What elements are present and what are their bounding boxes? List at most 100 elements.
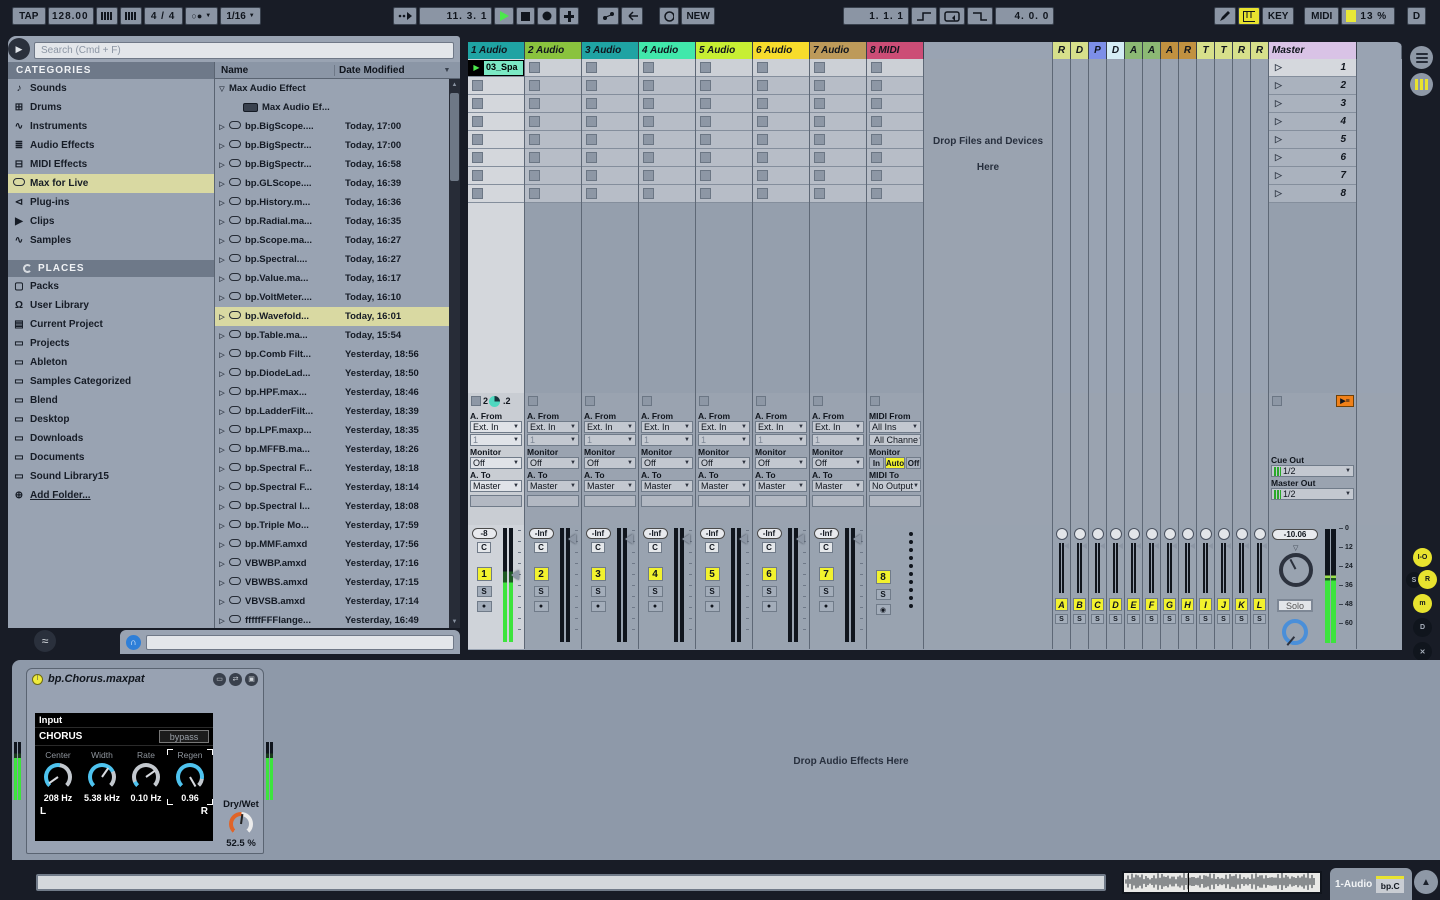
sidebar-item-documents[interactable]: ▭Documents	[8, 448, 214, 467]
clip-slot[interactable]	[753, 59, 809, 77]
automation-arm-button[interactable]	[659, 7, 679, 25]
clip-slot[interactable]	[753, 149, 809, 167]
return-fader-handle[interactable]	[1190, 543, 1195, 549]
expand-arrow-icon[interactable]: ▷	[215, 370, 229, 378]
track-activator-button[interactable]: 8	[876, 570, 891, 584]
file-row[interactable]: ▷bp.Comb Filt...Yesterday, 18:56	[215, 345, 449, 364]
return-solo-button[interactable]: S	[1145, 614, 1158, 624]
return-pan-knob[interactable]	[1236, 528, 1248, 540]
solo-button[interactable]: S	[876, 589, 891, 600]
sidebar-item-plug-ins[interactable]: ⊲Plug-ins	[8, 193, 214, 212]
clip-stop-square[interactable]	[757, 80, 768, 91]
expand-arrow-icon[interactable]: ▷	[215, 218, 229, 226]
clip-stop-square[interactable]	[700, 80, 711, 91]
capture-new-button[interactable]: NEW	[681, 7, 714, 25]
clip-stop-square[interactable]	[814, 170, 825, 181]
monitor-chooser[interactable]: Off▼	[812, 457, 864, 469]
monitor-chooser[interactable]: Off▼	[470, 457, 522, 469]
clip-stop-square[interactable]	[700, 116, 711, 127]
input-channel-chooser[interactable]: 1▼	[755, 434, 807, 446]
clip-slot[interactable]	[696, 59, 752, 77]
volume-display[interactable]: -Inf	[529, 528, 554, 539]
track-activator-button[interactable]: 6	[762, 567, 777, 581]
track-delay-field[interactable]	[527, 495, 579, 507]
clip-slot[interactable]	[525, 167, 581, 185]
clip-stop-square[interactable]	[643, 98, 654, 109]
clip-stop-square[interactable]	[529, 116, 540, 127]
monitor-off-button[interactable]: Off	[906, 457, 921, 469]
input-type-chooser[interactable]: Ext. In▼	[812, 421, 864, 433]
file-row[interactable]: ▷bp.BigSpectr...Today, 17:00	[215, 136, 449, 155]
file-row[interactable]: ▷bp.Triple Mo...Yesterday, 17:59	[215, 516, 449, 535]
master-solo-button[interactable]: Solo	[1277, 599, 1313, 612]
clip-slot[interactable]	[867, 77, 923, 95]
clip-stop-square[interactable]	[529, 62, 540, 73]
clip-slot[interactable]	[810, 167, 866, 185]
mixer-section-toggle[interactable]: m	[1413, 594, 1432, 613]
clip-stop-square[interactable]	[643, 134, 654, 145]
clip-stop-square[interactable]	[814, 152, 825, 163]
scene-5[interactable]: ▷5	[1269, 131, 1356, 149]
file-row[interactable]: ▷bp.MMF.amxdYesterday, 17:56	[215, 535, 449, 554]
return-track-header-11[interactable]: R	[1233, 42, 1251, 59]
file-row[interactable]: ▷fffffFFFlange...Yesterday, 16:49	[215, 611, 449, 628]
hot-swap-button[interactable]: ≈	[34, 630, 56, 652]
clip-slot[interactable]	[582, 167, 638, 185]
draw-mode-button[interactable]	[1214, 7, 1236, 25]
expand-arrow-icon[interactable]: ▷	[215, 484, 229, 492]
clip-slot[interactable]	[582, 131, 638, 149]
pan-knob[interactable]: C	[591, 542, 605, 553]
clip-slot[interactable]	[639, 149, 695, 167]
expand-arrow-icon[interactable]: ▷	[215, 427, 229, 435]
pan-knob[interactable]: C	[534, 542, 548, 553]
return-track-header-4[interactable]: D	[1107, 42, 1125, 59]
drop-files-zone[interactable]: Drop Files and DevicesHere	[924, 59, 1053, 393]
volume-fader-handle[interactable]	[796, 534, 804, 544]
clip-slot[interactable]	[468, 77, 524, 95]
clip-stop-square[interactable]	[757, 116, 768, 127]
clip-stop-square[interactable]	[814, 62, 825, 73]
file-row[interactable]: ▷bp.LPF.maxp...Yesterday, 18:35	[215, 421, 449, 440]
master-track-header[interactable]: Master	[1269, 42, 1357, 59]
expand-arrow-icon[interactable]: ▷	[215, 275, 229, 283]
max-device[interactable]: ⏽ bp.Chorus.maxpat ▭ ⇄ ▣ Input CHORUS by…	[26, 668, 264, 854]
return-track-header-2[interactable]: D	[1071, 42, 1089, 59]
input-channel-chooser[interactable]: 1▼	[812, 434, 864, 446]
clip-stop-square[interactable]	[586, 152, 597, 163]
clip-slot[interactable]	[582, 95, 638, 113]
file-list-scrollbar[interactable]: ▲ ▼	[449, 79, 460, 628]
track-delay-field[interactable]	[698, 495, 750, 507]
sidebar-item-current-project[interactable]: ▤Current Project	[8, 315, 214, 334]
preview-scrub-bar[interactable]	[146, 635, 454, 650]
drop-audio-effects-zone[interactable]: Drop Audio Effects Here	[292, 756, 1410, 767]
return-solo-button[interactable]: S	[1091, 614, 1104, 624]
return-track-header-3[interactable]: P	[1089, 42, 1107, 59]
arm-record-button[interactable]: ●	[648, 601, 663, 612]
master-volume-display[interactable]: -10.06	[1272, 529, 1318, 540]
clip-slot[interactable]	[810, 59, 866, 77]
clip-stop-square[interactable]	[643, 152, 654, 163]
clip-stop-square[interactable]	[814, 116, 825, 127]
return-track-header-5[interactable]: A	[1125, 42, 1143, 59]
clip-stop-square[interactable]	[871, 170, 882, 181]
scroll-up-icon[interactable]: ▲	[449, 79, 460, 91]
arm-record-button[interactable]: ●	[591, 601, 606, 612]
clip-slot[interactable]	[696, 167, 752, 185]
scene-play-icon[interactable]: ▷	[1269, 188, 1340, 199]
time-signature-display[interactable]: 4 / 4	[144, 7, 183, 25]
file-row[interactable]: ▷bp.DiodeLad...Yesterday, 18:50	[215, 364, 449, 383]
clip-stop-square[interactable]	[643, 116, 654, 127]
expand-arrow-icon[interactable]: ▷	[215, 503, 229, 511]
return-activator-button[interactable]: E	[1127, 598, 1140, 611]
sidebar-item-blend[interactable]: ▭Blend	[8, 391, 214, 410]
return-activator-button[interactable]: F	[1145, 598, 1158, 611]
return-fader-handle[interactable]	[1226, 543, 1231, 549]
output-type-chooser[interactable]: Master▼	[755, 480, 807, 492]
input-type-chooser[interactable]: Ext. In▼	[698, 421, 750, 433]
pan-knob[interactable]: C	[762, 542, 776, 553]
param-knob[interactable]	[88, 763, 116, 791]
session-record-button[interactable]	[559, 7, 579, 25]
clip-slot[interactable]	[810, 113, 866, 131]
clip-slot[interactable]	[867, 185, 923, 203]
return-solo-button[interactable]: S	[1199, 614, 1212, 624]
